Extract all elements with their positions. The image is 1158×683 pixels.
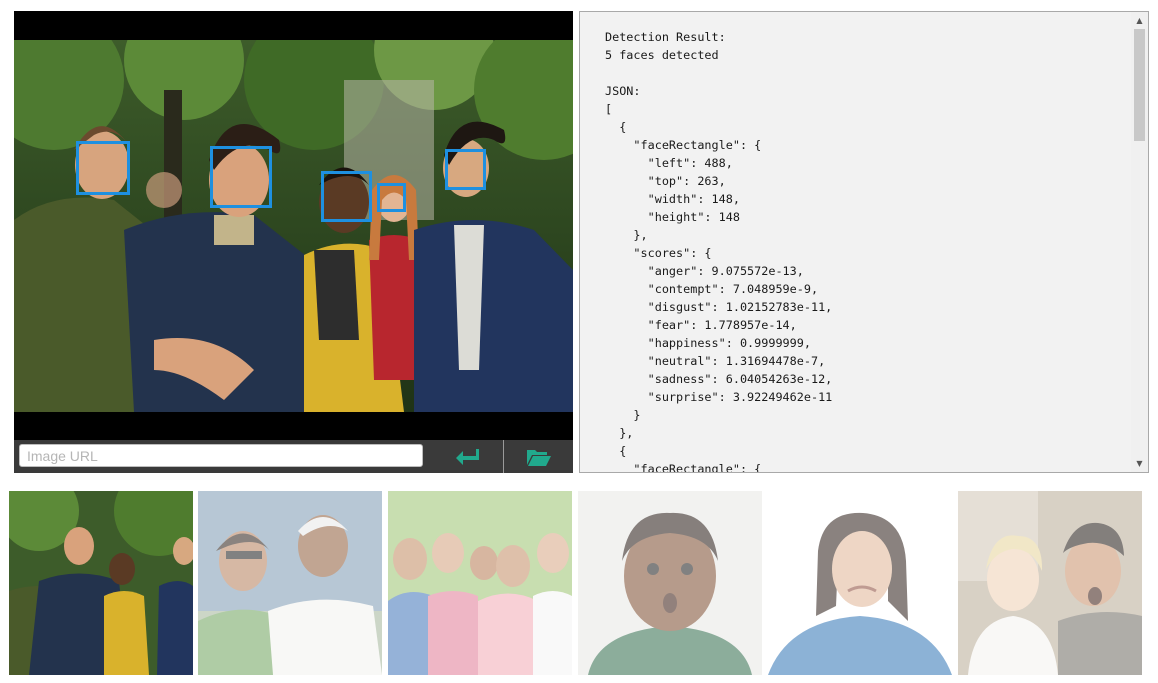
face-box — [445, 149, 486, 190]
image-viewer — [14, 11, 573, 473]
face-box — [377, 183, 406, 212]
thumbnail-disgusted-woman[interactable] — [768, 491, 952, 675]
return-arrow-icon — [456, 448, 479, 465]
url-bar — [14, 440, 573, 473]
face-box — [321, 171, 372, 222]
scrollbar-thumb[interactable] — [1134, 29, 1145, 141]
image-url-input[interactable] — [19, 444, 423, 467]
folder-open-icon — [526, 449, 551, 466]
submit-url-button[interactable] — [433, 440, 503, 473]
face-box — [210, 146, 272, 208]
thumbnail-group-friends[interactable] — [9, 491, 193, 675]
thumbnail-family[interactable] — [388, 491, 572, 675]
analyzed-photo — [14, 40, 573, 412]
browse-file-button[interactable] — [503, 440, 573, 473]
thumbnail-senior-couple[interactable] — [198, 491, 382, 675]
thumbnail-father-toddler[interactable] — [958, 491, 1142, 675]
detection-result-panel[interactable]: Detection Result: 5 faces detected JSON:… — [579, 11, 1149, 473]
face-box — [76, 141, 130, 195]
scroll-up-arrow-icon[interactable]: ▲ — [1131, 12, 1148, 29]
detection-result-text: Detection Result: 5 faces detected JSON:… — [605, 30, 833, 473]
result-scrollbar[interactable]: ▲ ▼ — [1131, 12, 1148, 472]
scroll-down-arrow-icon[interactable]: ▼ — [1131, 455, 1148, 472]
thumbnail-surprised-boy[interactable] — [578, 491, 762, 675]
